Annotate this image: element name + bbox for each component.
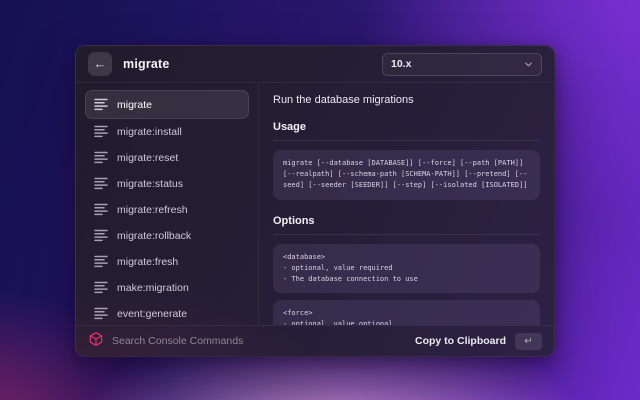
console-lines-icon [94, 229, 108, 242]
laravel-logo-icon [88, 331, 104, 352]
sidebar-item-migrate-refresh[interactable]: migrate:refresh [86, 197, 248, 222]
options-heading: Options [273, 215, 540, 227]
window-footer: Search Console Commands Copy to Clipboar… [76, 325, 554, 356]
sidebar-item-label: migrate:rollback [117, 230, 191, 242]
enter-key-badge: ↵ [515, 333, 542, 350]
sidebar-item-make-migration[interactable]: make:migration [86, 275, 248, 300]
sidebar-item-migrate-reset[interactable]: migrate:reset [86, 145, 248, 170]
window-header: ← migrate 10.x [76, 46, 554, 83]
sidebar-item-migrate[interactable]: migrate [85, 90, 249, 119]
sidebar-item-label: event:generate [117, 308, 187, 320]
sidebar-item-migrate-rollback[interactable]: migrate:rollback [86, 223, 248, 248]
sidebar-item-label: make:migration [117, 282, 189, 294]
console-lines-icon [94, 281, 108, 294]
sidebar-item-event-generate[interactable]: event:generate [86, 301, 248, 325]
enter-key-icon: ↵ [524, 336, 532, 347]
option-force-block: <force> - optional, value optional - For… [273, 300, 540, 325]
console-lines-icon [94, 307, 108, 320]
console-lines-icon [94, 177, 108, 190]
option-database-block: <database> - optional, value required - … [273, 244, 540, 294]
sidebar-item-label: migrate [117, 99, 152, 111]
console-lines-icon [94, 151, 108, 164]
sidebar-item-migrate-status[interactable]: migrate:status [86, 171, 248, 196]
footer-brand-label: Search Console Commands [112, 335, 243, 347]
console-lines-icon [94, 98, 108, 111]
sidebar-item-migrate-install[interactable]: migrate:install [86, 119, 248, 144]
footer-brand: Search Console Commands [88, 331, 243, 352]
console-lines-icon [94, 255, 108, 268]
command-detail-panel: Run the database migrations Usage migrat… [259, 83, 554, 325]
console-lines-icon [94, 125, 108, 138]
window-body: migrate migrate:install migrate:reset mi… [76, 83, 554, 325]
sidebar-item-label: migrate:fresh [117, 256, 178, 268]
version-select-value: 10.x [391, 58, 411, 70]
page-title: migrate [123, 57, 170, 71]
chevron-down-icon [524, 60, 533, 69]
copy-to-clipboard-button[interactable]: Copy to Clipboard ↵ [415, 333, 542, 350]
back-button[interactable]: ← [88, 52, 112, 76]
sidebar-item-label: migrate:refresh [117, 204, 188, 216]
arrow-left-icon: ← [94, 52, 107, 76]
sidebar-item-label: migrate:status [117, 178, 183, 190]
usage-heading: Usage [273, 121, 540, 133]
usage-code-block: migrate [--database [DATABASE]] [--force… [273, 150, 540, 200]
command-description: Run the database migrations [273, 94, 540, 106]
sidebar-item-migrate-fresh[interactable]: migrate:fresh [86, 249, 248, 274]
divider [273, 140, 540, 141]
version-select[interactable]: 10.x [382, 53, 542, 76]
divider [273, 234, 540, 235]
command-palette-window: ← migrate 10.x migrate migrate:install m… [75, 45, 555, 357]
copy-to-clipboard-label: Copy to Clipboard [415, 335, 506, 347]
sidebar-item-label: migrate:reset [117, 152, 178, 164]
sidebar-item-label: migrate:install [117, 126, 182, 138]
command-sidebar: migrate migrate:install migrate:reset mi… [76, 83, 259, 325]
console-lines-icon [94, 203, 108, 216]
